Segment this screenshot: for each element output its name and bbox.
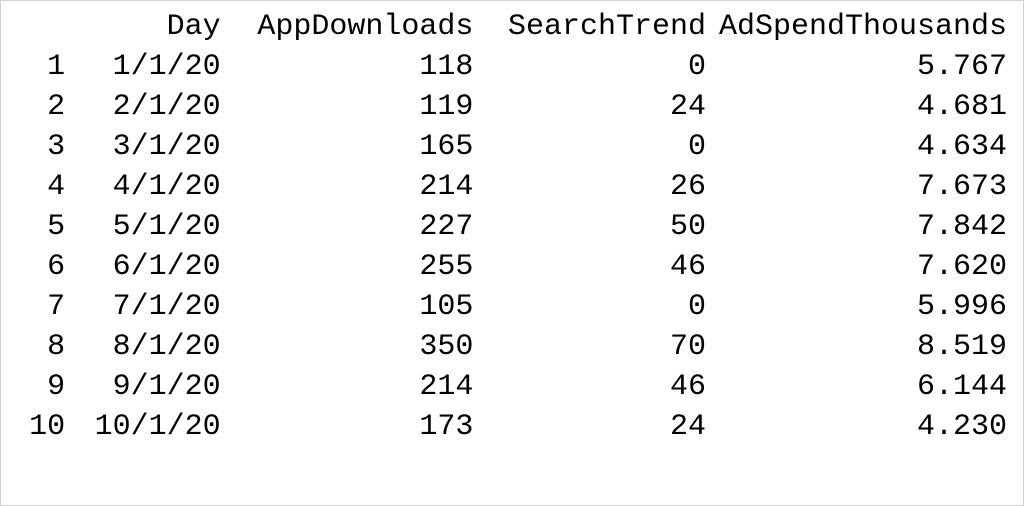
cell-day: 5/1/20 [71, 207, 226, 247]
cell-ad-spend: 8.519 [712, 327, 1013, 367]
table-row: 10 10/1/20 173 24 4.230 [11, 407, 1013, 447]
cell-ad-spend: 4.634 [712, 127, 1013, 167]
table-row: 2 2/1/20 119 24 4.681 [11, 87, 1013, 127]
cell-index: 7 [11, 287, 71, 327]
cell-ad-spend: 4.230 [712, 407, 1013, 447]
table-row: 5 5/1/20 227 50 7.842 [11, 207, 1013, 247]
cell-search-trend: 70 [479, 327, 712, 367]
table-row: 4 4/1/20 214 26 7.673 [11, 167, 1013, 207]
cell-app-downloads: 227 [227, 207, 480, 247]
cell-index: 6 [11, 247, 71, 287]
cell-index: 4 [11, 167, 71, 207]
cell-search-trend: 50 [479, 207, 712, 247]
cell-ad-spend: 4.681 [712, 87, 1013, 127]
cell-ad-spend: 5.767 [712, 47, 1013, 87]
cell-day: 7/1/20 [71, 287, 226, 327]
cell-day: 1/1/20 [71, 47, 226, 87]
cell-index: 9 [11, 367, 71, 407]
cell-search-trend: 24 [479, 407, 712, 447]
cell-search-trend: 46 [479, 247, 712, 287]
table-header-row: Day AppDownloads SearchTrend AdSpendThou… [11, 7, 1013, 47]
table-row: 1 1/1/20 118 0 5.767 [11, 47, 1013, 87]
cell-search-trend: 0 [479, 287, 712, 327]
cell-search-trend: 26 [479, 167, 712, 207]
cell-app-downloads: 119 [227, 87, 480, 127]
cell-search-trend: 46 [479, 367, 712, 407]
data-table: Day AppDownloads SearchTrend AdSpendThou… [11, 7, 1013, 447]
cell-app-downloads: 255 [227, 247, 480, 287]
table-row: 9 9/1/20 214 46 6.144 [11, 367, 1013, 407]
cell-day: 10/1/20 [71, 407, 226, 447]
cell-app-downloads: 173 [227, 407, 480, 447]
cell-ad-spend: 6.144 [712, 367, 1013, 407]
cell-app-downloads: 350 [227, 327, 480, 367]
table-container: Day AppDownloads SearchTrend AdSpendThou… [0, 0, 1024, 506]
cell-app-downloads: 214 [227, 367, 480, 407]
cell-app-downloads: 118 [227, 47, 480, 87]
header-search-trend: SearchTrend [479, 7, 712, 47]
cell-ad-spend: 5.996 [712, 287, 1013, 327]
cell-app-downloads: 214 [227, 167, 480, 207]
cell-app-downloads: 165 [227, 127, 480, 167]
cell-app-downloads: 105 [227, 287, 480, 327]
header-index [11, 7, 71, 47]
cell-index: 5 [11, 207, 71, 247]
cell-index: 1 [11, 47, 71, 87]
cell-day: 2/1/20 [71, 87, 226, 127]
cell-search-trend: 0 [479, 127, 712, 167]
cell-day: 6/1/20 [71, 247, 226, 287]
cell-ad-spend: 7.842 [712, 207, 1013, 247]
cell-search-trend: 24 [479, 87, 712, 127]
cell-day: 4/1/20 [71, 167, 226, 207]
cell-day: 3/1/20 [71, 127, 226, 167]
cell-index: 2 [11, 87, 71, 127]
cell-index: 8 [11, 327, 71, 367]
table-row: 7 7/1/20 105 0 5.996 [11, 287, 1013, 327]
table-row: 3 3/1/20 165 0 4.634 [11, 127, 1013, 167]
header-app-downloads: AppDownloads [227, 7, 480, 47]
cell-ad-spend: 7.673 [712, 167, 1013, 207]
cell-index: 10 [11, 407, 71, 447]
table-row: 8 8/1/20 350 70 8.519 [11, 327, 1013, 367]
cell-day: 8/1/20 [71, 327, 226, 367]
table-row: 6 6/1/20 255 46 7.620 [11, 247, 1013, 287]
cell-day: 9/1/20 [71, 367, 226, 407]
cell-ad-spend: 7.620 [712, 247, 1013, 287]
header-day: Day [71, 7, 226, 47]
header-ad-spend: AdSpendThousands [712, 7, 1013, 47]
cell-search-trend: 0 [479, 47, 712, 87]
cell-index: 3 [11, 127, 71, 167]
